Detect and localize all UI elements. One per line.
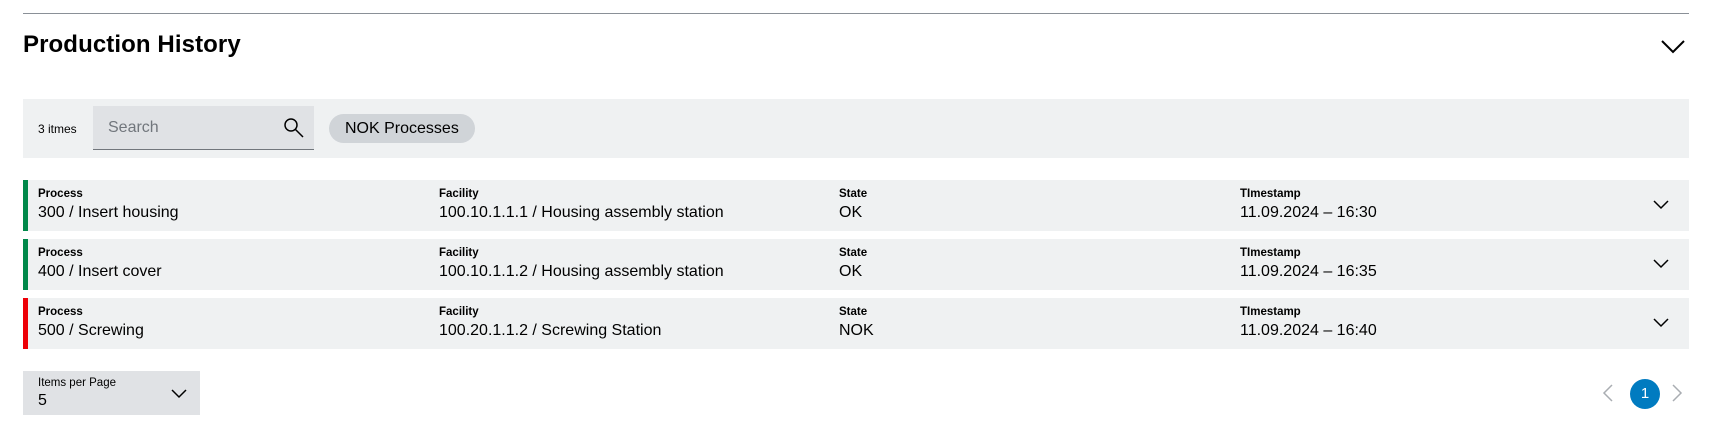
process-value: 400 / Insert cover xyxy=(38,263,162,280)
status-indicator xyxy=(23,239,28,290)
facility-label: Facility xyxy=(439,247,479,259)
table-toolbar: 3 itmes NOK Processes xyxy=(23,99,1689,158)
item-count: 3 itmes xyxy=(38,122,77,136)
timestamp-value: 11.09.2024 – 16:40 xyxy=(1240,322,1377,339)
table-row[interactable]: Process 400 / Insert cover Facility 100.10… xyxy=(23,239,1689,290)
timestamp-label: TImestamp xyxy=(1240,306,1301,318)
facility-value: 100.10.1.1.2 / Housing assembly station xyxy=(439,263,724,280)
timestamp-label: TImestamp xyxy=(1240,247,1301,259)
search-input[interactable] xyxy=(93,106,273,149)
facility-label: Facility xyxy=(439,306,479,318)
process-value: 500 / Screwing xyxy=(38,322,144,339)
state-value: OK xyxy=(839,204,863,221)
process-label: Process xyxy=(38,247,83,259)
status-indicator xyxy=(23,298,28,349)
chevron-down-icon xyxy=(171,389,187,399)
status-indicator xyxy=(23,180,28,231)
chevron-down-icon[interactable] xyxy=(1653,198,1669,210)
chevron-right-icon[interactable] xyxy=(1671,384,1683,402)
chevron-left-icon[interactable] xyxy=(1602,384,1614,402)
pagination-page-button[interactable]: 1 xyxy=(1630,379,1660,409)
search-field[interactable] xyxy=(93,106,314,150)
section-collapse-button[interactable] xyxy=(1660,34,1686,56)
search-icon[interactable] xyxy=(283,117,305,139)
timestamp-value: 11.09.2024 – 16:35 xyxy=(1240,263,1377,280)
chevron-down-icon[interactable] xyxy=(1653,316,1669,328)
table-row[interactable]: Process 300 / Insert housing Facility 100.… xyxy=(23,180,1689,231)
facility-value: 100.20.1.1.2 / Screwing Station xyxy=(439,322,662,339)
timestamp-value: 11.09.2024 – 16:30 xyxy=(1240,204,1377,221)
items-per-page-label: Items per Page xyxy=(38,377,116,389)
items-per-page-select[interactable]: Items per Page 5 xyxy=(23,371,200,415)
process-value: 300 / Insert housing xyxy=(38,204,179,221)
state-value: OK xyxy=(839,263,863,280)
section-title: Production History xyxy=(23,31,241,58)
nok-processes-filter-chip[interactable]: NOK Processes xyxy=(329,114,475,143)
state-label: State xyxy=(839,188,868,200)
timestamp-label: TImestamp xyxy=(1240,188,1301,200)
state-label: State xyxy=(839,306,868,318)
facility-value: 100.10.1.1.1 / Housing assembly station xyxy=(439,204,724,221)
state-label: State xyxy=(839,247,868,259)
items-per-page-value: 5 xyxy=(38,392,47,409)
chevron-down-icon[interactable] xyxy=(1653,257,1669,269)
table-row[interactable]: Process 500 / Screwing Facility 100.20.1.1… xyxy=(23,298,1689,349)
process-label: Process xyxy=(38,306,83,318)
process-label: Process xyxy=(38,188,83,200)
production-history-list: Process 300 / Insert housing Facility 100.… xyxy=(23,180,1689,357)
state-value: NOK xyxy=(839,322,874,339)
facility-label: Facility xyxy=(439,188,479,200)
section-divider xyxy=(23,13,1689,14)
chevron-down-icon xyxy=(1661,40,1685,54)
